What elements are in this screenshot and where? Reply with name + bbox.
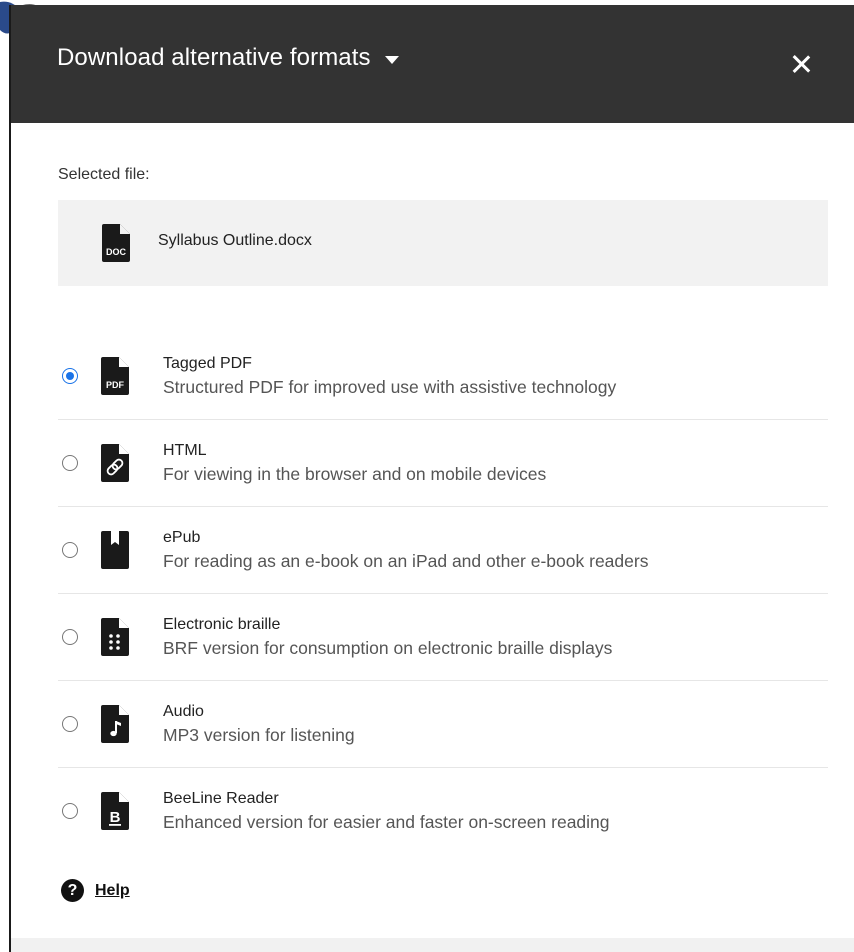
beeline-icon-text: B — [110, 809, 121, 826]
option-title: Audio — [163, 702, 204, 720]
pdf-icon-text: PDF — [106, 380, 125, 390]
dialog-title-dropdown[interactable]: Download alternative formats — [57, 44, 399, 72]
dialog-header: Download alternative formats — [11, 5, 854, 123]
option-html[interactable]: HTML For viewing in the browser and on m… — [58, 420, 828, 507]
braille-file-icon — [97, 617, 133, 657]
epub-book-icon — [97, 530, 133, 570]
option-title: HTML — [163, 441, 207, 459]
option-tagged-pdf[interactable]: PDF Tagged PDF Structured PDF for improv… — [58, 333, 828, 420]
option-description: For reading as an e-book on an iPad and … — [163, 550, 649, 571]
option-texts: HTML For viewing in the browser and on m… — [163, 442, 546, 485]
option-description: BRF version for consumption on electroni… — [163, 637, 613, 658]
option-description: Enhanced version for easier and faster o… — [163, 811, 610, 832]
option-description: MP3 version for listening — [163, 724, 355, 745]
help-icon: ? — [61, 879, 84, 902]
option-audio[interactable]: Audio MP3 version for listening — [58, 681, 828, 768]
option-title: ePub — [163, 528, 201, 546]
doc-icon-text: DOC — [106, 247, 127, 257]
option-description: For viewing in the browser and on mobile… — [163, 463, 547, 484]
option-texts: Tagged PDF Structured PDF for improved u… — [163, 355, 616, 398]
help-link[interactable]: Help — [95, 882, 130, 900]
caret-down-icon — [384, 55, 399, 64]
audio-file-icon — [97, 704, 133, 744]
radio-epub[interactable] — [62, 542, 78, 558]
pdf-file-icon: PDF — [97, 356, 133, 396]
help-section: ? Help — [61, 879, 130, 902]
selected-file-name: Syllabus Outline.docx — [158, 232, 312, 249]
beeline-file-icon: B — [97, 791, 133, 831]
option-texts: Electronic braille BRF version for consu… — [163, 616, 612, 659]
option-texts: BeeLine Reader Enhanced version for easi… — [163, 790, 610, 833]
close-icon[interactable] — [788, 51, 814, 77]
option-title: BeeLine Reader — [163, 789, 279, 807]
doc-file-icon: DOC — [102, 224, 130, 262]
radio-html[interactable] — [62, 455, 78, 471]
option-title: Tagged PDF — [163, 354, 252, 372]
html-link-file-icon — [97, 443, 133, 483]
selected-file-label: Selected file: — [58, 166, 150, 183]
dialog-body: Selected file: DOC Syllabus Outline.docx… — [11, 166, 854, 854]
option-texts: ePub For reading as an e-book on an iPad… — [163, 529, 648, 572]
option-electronic-braille[interactable]: Electronic braille BRF version for consu… — [58, 594, 828, 681]
download-dialog: Download alternative formats Selected fi… — [9, 5, 854, 952]
radio-electronic-braille[interactable] — [62, 629, 78, 645]
radio-tagged-pdf[interactable] — [62, 368, 78, 384]
dialog-footer — [11, 938, 854, 952]
format-options: PDF Tagged PDF Structured PDF for improv… — [58, 333, 828, 854]
radio-audio[interactable] — [62, 716, 78, 732]
option-title: Electronic braille — [163, 615, 281, 633]
selected-file-box: DOC Syllabus Outline.docx — [58, 200, 828, 286]
dialog-title: Download alternative formats — [57, 44, 371, 71]
option-epub[interactable]: ePub For reading as an e-book on an iPad… — [58, 507, 828, 594]
option-description: Structured PDF for improved use with ass… — [163, 376, 617, 397]
option-texts: Audio MP3 version for listening — [163, 703, 355, 746]
radio-beeline-reader[interactable] — [62, 803, 78, 819]
option-beeline-reader[interactable]: B BeeLine Reader Enhanced version for ea… — [58, 768, 828, 854]
